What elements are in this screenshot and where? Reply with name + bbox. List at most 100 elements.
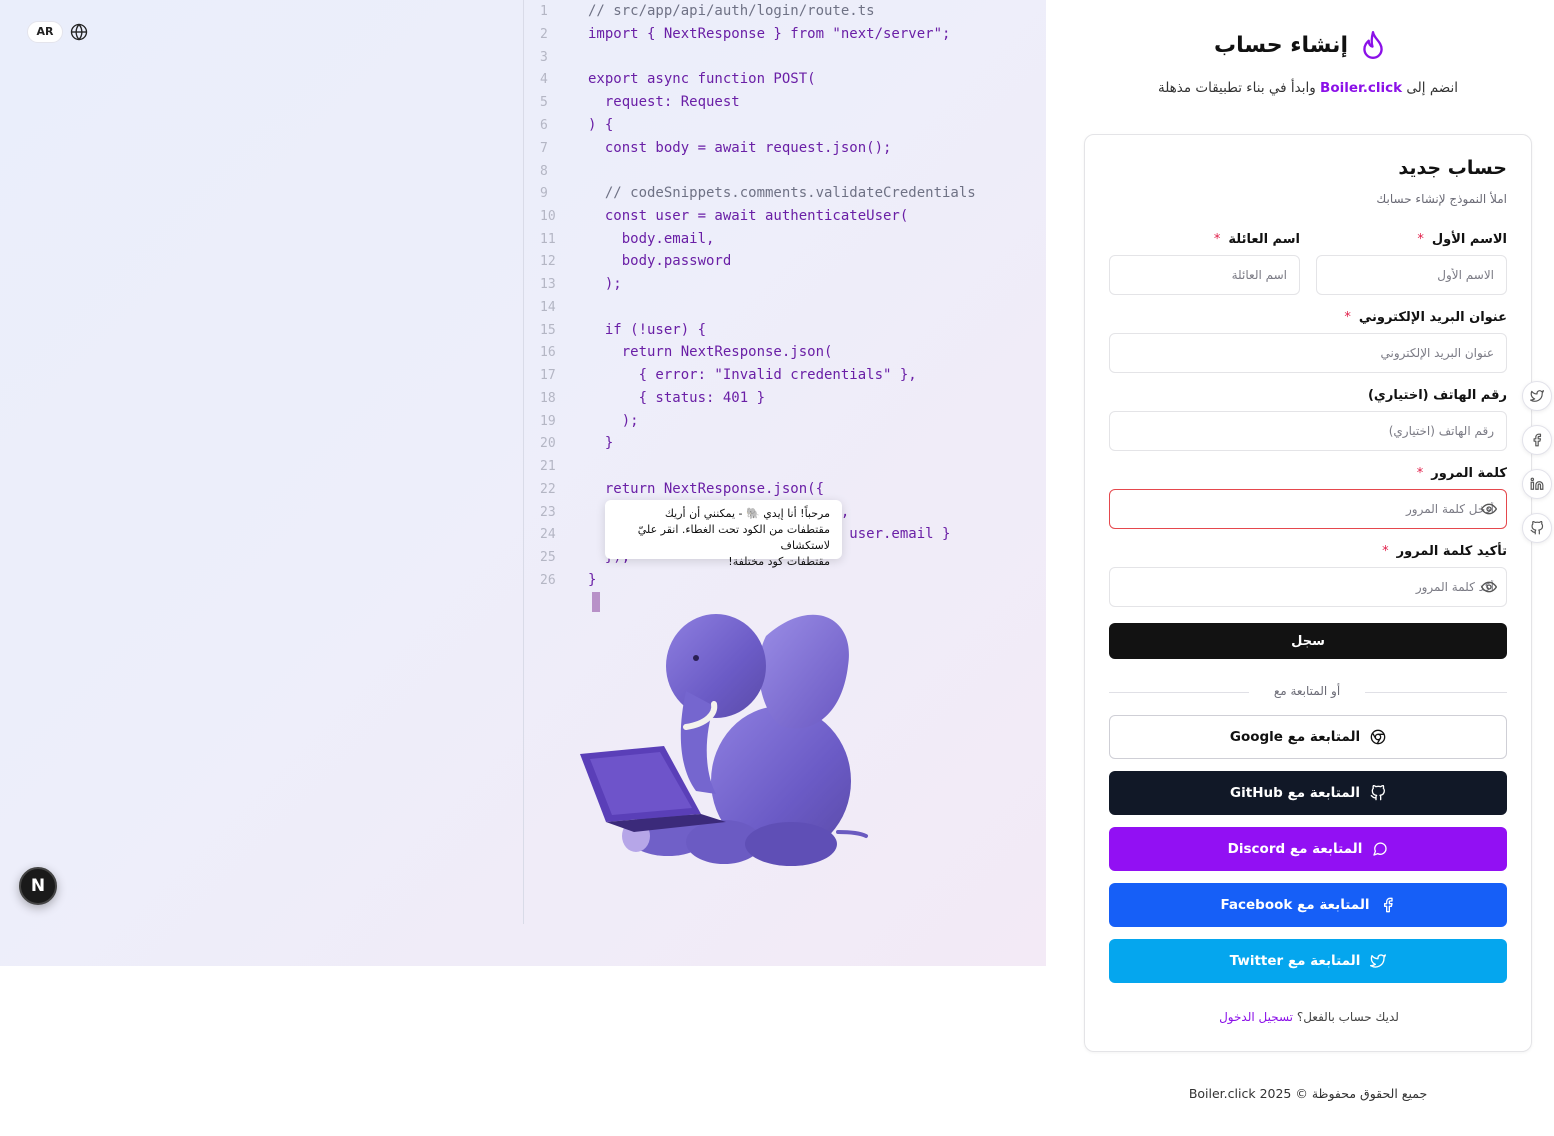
code-line: 16 return NextResponse.json( <box>524 341 1044 364</box>
line-number: 8 <box>540 164 548 179</box>
line-number: 12 <box>540 254 556 269</box>
discord-signin-button[interactable]: المتابعة مع Discord <box>1109 827 1507 871</box>
line-number: 19 <box>540 414 556 429</box>
line-number: 15 <box>540 323 556 338</box>
code-text: return NextResponse.json({ <box>588 481 825 497</box>
button-label: المتابعة مع Facebook <box>1220 897 1370 913</box>
code-line: 2 import { NextResponse } from "next/serv… <box>524 23 1044 46</box>
signup-panel: إنشاء حساب انضم إلى Boiler.click وابدأ ف… <box>1046 0 1554 1136</box>
linkedin-icon <box>1530 477 1544 490</box>
line-number: 17 <box>540 368 556 383</box>
code-line: 14 <box>524 296 1044 319</box>
share-facebook-button[interactable] <box>1522 425 1552 455</box>
twitter-signin-button[interactable]: المتابعة مع Twitter <box>1109 939 1507 983</box>
line-number: 6 <box>540 118 548 133</box>
github-icon <box>1530 521 1544 535</box>
share-linkedin-button[interactable] <box>1522 469 1552 499</box>
line-number: 5 <box>540 95 548 110</box>
email-label: عنوان البريد الإلكتروني * <box>1344 310 1507 325</box>
code-line: 5 request: Request <box>524 91 1044 114</box>
globe-icon[interactable] <box>70 23 88 41</box>
required-mark: * <box>1213 232 1221 247</box>
code-line: 26} <box>524 569 1044 592</box>
mascot-tooltip: مرحباً! أنا إيدي 🐘 - يمكنني أن أريك مقتط… <box>605 500 842 568</box>
password-input[interactable] <box>1109 489 1507 529</box>
form-description: املأ النموذج لإنشاء حسابك <box>1376 192 1507 206</box>
button-label: المتابعة مع Twitter <box>1229 953 1361 969</box>
share-github-button[interactable] <box>1522 513 1552 543</box>
language-toggle-button[interactable]: AR <box>27 21 63 43</box>
first-name-input[interactable] <box>1316 255 1507 295</box>
code-line: 7 const body = await request.json(); <box>524 137 1044 160</box>
google-signin-button[interactable]: المتابعة مع Google <box>1109 715 1507 759</box>
button-label: المتابعة مع Google <box>1229 729 1361 745</box>
last-name-label: اسم العائلة * <box>1214 232 1300 247</box>
code-line: 6 ) { <box>524 114 1044 137</box>
code-text: ) { <box>588 117 614 133</box>
code-text: import { NextResponse } from "next/serve… <box>588 26 951 42</box>
email-input[interactable] <box>1109 333 1507 373</box>
line-number: 3 <box>540 50 548 65</box>
last-name-input[interactable] <box>1109 255 1300 295</box>
code-line: 10 const user = await authenticateUser( <box>524 205 1044 228</box>
eye-icon[interactable] <box>1481 501 1497 517</box>
code-line: 3 <box>524 46 1044 69</box>
line-number: 11 <box>540 232 556 247</box>
label-text: الاسم الأول <box>1431 232 1507 247</box>
code-text: const user = await authenticateUser( <box>588 208 909 224</box>
tooltip-line: مقتطفات من الكود تحت الغطاء. انقر عليّ ل… <box>637 523 830 552</box>
elephant-mascot[interactable] <box>576 596 876 872</box>
line-number: 4 <box>540 72 548 87</box>
facebook-signin-button[interactable]: المتابعة مع Facebook <box>1109 883 1507 927</box>
nextjs-dev-badge[interactable]: N <box>19 867 57 905</box>
label-text: تأكيد كلمة المرور <box>1396 544 1507 559</box>
code-line: 4 export async function POST( <box>524 68 1044 91</box>
code-text: } <box>588 435 614 451</box>
flame-icon <box>1363 30 1383 60</box>
code-text: export async function POST( <box>588 71 816 87</box>
code-text: return NextResponse.json( <box>588 344 833 360</box>
page-subtitle: انضم إلى Boiler.click وابدأ في بناء تطبي… <box>1046 80 1554 96</box>
code-line: 12 body.password <box>524 250 1044 273</box>
first-name-label: الاسم الأول * <box>1417 232 1507 247</box>
code-line: 15 if (!user) { <box>524 319 1044 342</box>
label-text: اسم العائلة <box>1228 232 1300 247</box>
button-label: المتابعة مع GitHub <box>1230 785 1360 801</box>
line-number: 9 <box>540 186 548 201</box>
subtitle-text: وابدأ في بناء تطبيقات مذهلة <box>1157 80 1321 96</box>
code-text: request: Request <box>588 94 740 110</box>
code-text: body.email, <box>588 231 715 247</box>
eye-icon[interactable] <box>1481 579 1497 595</box>
code-line: 19 ); <box>524 410 1044 433</box>
confirm-password-input[interactable] <box>1109 567 1507 607</box>
phone-label: رقم الهاتف (اختياري) <box>1367 388 1507 403</box>
github-signin-button[interactable]: المتابعة مع GitHub <box>1109 771 1507 815</box>
line-number: 23 <box>540 505 556 520</box>
code-text: ); <box>588 276 622 292</box>
line-number: 2 <box>540 27 548 42</box>
phone-input[interactable] <box>1109 411 1507 451</box>
code-line: 1 // src/app/api/auth/login/route.ts <box>524 0 1044 23</box>
line-number: 25 <box>540 550 556 565</box>
code-text: { status: 401 } <box>588 390 766 406</box>
signin-link[interactable]: تسجيل الدخول <box>1219 1010 1293 1024</box>
line-number: 21 <box>540 459 556 474</box>
page-title: إنشاء حساب <box>1214 32 1348 58</box>
chrome-icon <box>1370 729 1386 745</box>
label-text: كلمة المرور <box>1431 466 1507 481</box>
code-line: 11 body.email, <box>524 228 1044 251</box>
line-number: 14 <box>540 300 556 315</box>
code-line: 13 ); <box>524 273 1044 296</box>
line-number: 20 <box>540 436 556 451</box>
code-text: // src/app/api/auth/login/route.ts <box>588 3 875 19</box>
line-number: 7 <box>540 141 548 156</box>
code-text: ); <box>588 413 639 429</box>
code-line: 22 return NextResponse.json({ <box>524 478 1044 501</box>
footer-copyright: جميع الحقوق محفوظة © 2025 Boiler.click <box>1188 1086 1428 1101</box>
register-button[interactable]: سجل <box>1109 623 1507 659</box>
tooltip-line: مرحباً! أنا إيدي 🐘 - يمكنني أن أريك <box>664 507 830 520</box>
share-twitter-button[interactable] <box>1522 381 1552 411</box>
code-text: if (!user) { <box>588 322 707 338</box>
required-mark: * <box>1417 232 1424 247</box>
code-text: // codeSnippets.comments.validateCredent… <box>588 185 976 201</box>
